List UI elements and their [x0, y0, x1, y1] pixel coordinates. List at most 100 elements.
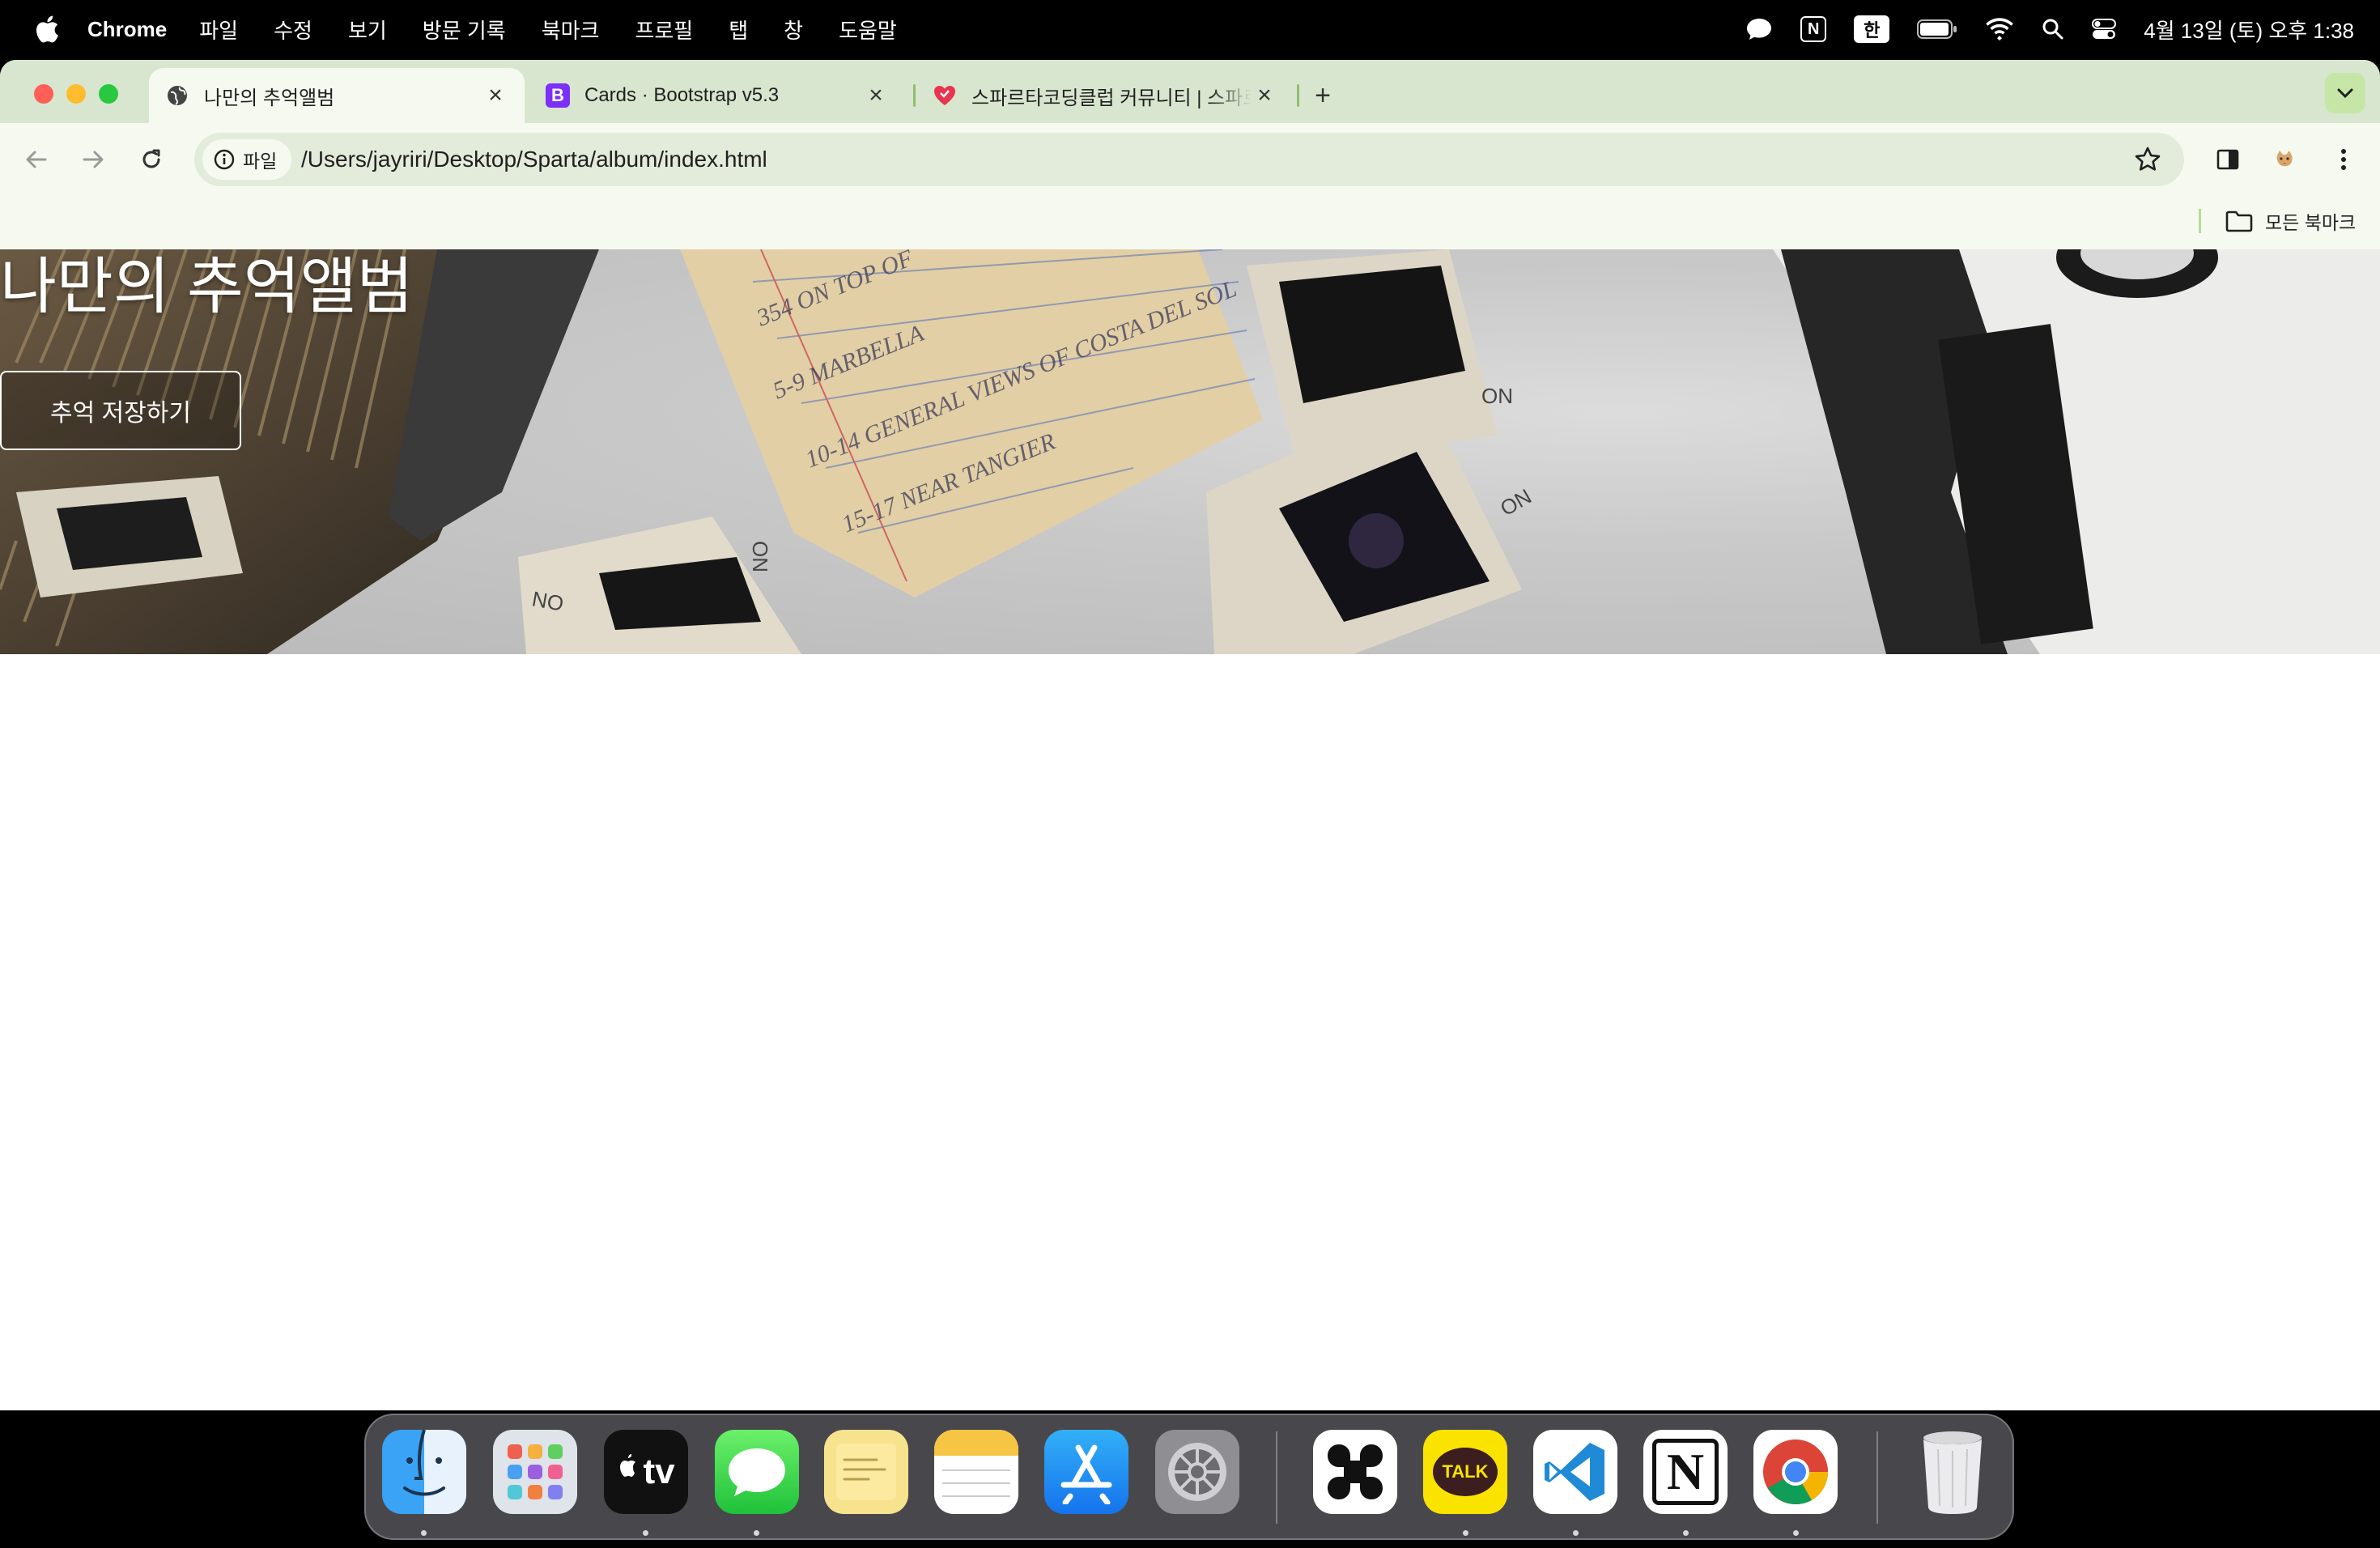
arrow-right-icon — [83, 151, 104, 168]
menu-tab[interactable]: 탭 — [729, 15, 748, 45]
menu-view[interactable]: 보기 — [348, 15, 387, 45]
back-button[interactable] — [18, 141, 55, 178]
dock-google-chrome[interactable] — [1753, 1430, 1838, 1514]
capcut-icon — [1328, 1444, 1383, 1499]
chat-bubble-icon[interactable] — [1745, 17, 1773, 41]
dock-messages[interactable] — [715, 1430, 799, 1514]
side-panel-icon — [2216, 149, 2239, 170]
bookmarks-bar: 모든 북마크 — [0, 196, 2380, 249]
trash-icon — [1923, 1431, 1982, 1514]
running-indicator — [1793, 1530, 1799, 1536]
sparta-heart-icon — [933, 83, 957, 108]
reload-button[interactable] — [133, 141, 170, 178]
running-indicator — [421, 1530, 427, 1536]
menu-app-name[interactable]: Chrome — [87, 17, 167, 42]
dock-capcut[interactable] — [1313, 1430, 1397, 1514]
dock-separator — [1276, 1431, 1277, 1524]
forward-button[interactable] — [74, 141, 112, 178]
url-text[interactable]: /Users/jayriri/Desktop/Sparta/album/inde… — [301, 133, 767, 186]
notes-icon — [934, 1430, 1018, 1497]
tab-strip: 나만의 추억앨범 × B Cards · Bootstrap v5.3 × 스파… — [0, 60, 2380, 123]
dock-launchpad[interactable] — [493, 1430, 577, 1514]
menu-history[interactable]: 방문 기록 — [423, 15, 506, 45]
menu-bar-clock[interactable]: 4월 13일 (토) 오후 1:38 — [2144, 15, 2354, 45]
running-indicator — [1573, 1530, 1579, 1536]
battery-icon[interactable] — [1917, 19, 1957, 40]
chrome-icon — [1763, 1440, 1829, 1504]
dock-stickies[interactable] — [824, 1430, 908, 1514]
chrome-window: 나만의 추억앨범 × B Cards · Bootstrap v5.3 × 스파… — [0, 60, 2380, 1410]
wifi-icon[interactable] — [1985, 18, 2014, 40]
bookmark-star-icon[interactable] — [2132, 144, 2163, 175]
menu-file[interactable]: 파일 — [199, 15, 238, 45]
tab-title: 스파르타코딩클럽 커뮤니티 | 스파르 — [971, 87, 1252, 109]
tab-sparta-community[interactable]: 스파르타코딩클럽 커뮤니티 | 스파르 × — [921, 68, 1289, 123]
dock-app-store[interactable] — [1044, 1430, 1128, 1514]
profile-avatar[interactable] — [2266, 141, 2303, 178]
minimize-window-button[interactable] — [66, 84, 86, 104]
all-bookmarks-button[interactable]: 모든 북마크 — [2225, 202, 2356, 240]
page-viewport: 354 ON TOP OF 5-9 MARBELLA 10-14 GENERAL… — [0, 249, 2380, 1410]
tab-search-button[interactable] — [2325, 73, 2365, 113]
dock-notion[interactable]: N — [1643, 1430, 1728, 1514]
running-indicator — [1683, 1530, 1689, 1536]
input-source-icon[interactable]: 한 — [1854, 15, 1890, 43]
running-indicator — [754, 1530, 759, 1536]
menu-bookmarks[interactable]: 북마크 — [542, 15, 600, 45]
menu-profiles[interactable]: 프로필 — [635, 15, 693, 45]
apple-tv-label: tv — [643, 1452, 675, 1491]
side-panel-button[interactable] — [2209, 141, 2246, 178]
reload-icon — [142, 149, 160, 168]
control-center-icon[interactable] — [2092, 18, 2117, 40]
tab-title: Cards · Bootstrap v5.3 — [584, 84, 780, 106]
close-tab-icon[interactable]: × — [482, 82, 508, 108]
menu-edit[interactable]: 수정 — [274, 15, 312, 45]
app-store-icon — [1060, 1444, 1112, 1504]
menu-help[interactable]: 도움말 — [839, 15, 897, 45]
address-bar[interactable]: 파일 /Users/jayriri/Desktop/Sparta/album/i… — [194, 133, 2184, 186]
cat-avatar-icon — [2272, 147, 2297, 172]
close-window-button[interactable] — [34, 84, 53, 104]
svg-text:ON: ON — [1496, 484, 1536, 521]
site-info-chip[interactable]: 파일 — [202, 139, 292, 180]
chevron-down-icon — [2337, 88, 2353, 99]
new-tab-button[interactable]: + — [1307, 79, 1339, 112]
vscode-icon — [1545, 1443, 1604, 1501]
hero-banner: 354 ON TOP OF 5-9 MARBELLA 10-14 GENERAL… — [0, 249, 2380, 654]
menu-window[interactable]: 창 — [784, 15, 803, 45]
kakao-talk-label: TALK — [1442, 1461, 1489, 1482]
save-memory-button[interactable]: 추억 저장하기 — [0, 371, 241, 450]
running-indicator — [1463, 1530, 1468, 1536]
globe-icon — [165, 83, 189, 108]
bookmarks-separator — [2199, 209, 2201, 233]
zoom-window-button[interactable] — [99, 84, 118, 104]
browser-toolbar: 파일 /Users/jayriri/Desktop/Sparta/album/i… — [0, 123, 2380, 196]
close-tab-icon[interactable]: × — [1252, 82, 1277, 108]
arrow-left-icon — [26, 151, 47, 168]
app-menu: Chrome 파일 수정 보기 방문 기록 북마크 프로필 탭 창 도움말 — [87, 15, 933, 45]
notion-app-icon: N — [1652, 1439, 1719, 1505]
dock-finder[interactable] — [382, 1430, 466, 1514]
tab-separator — [1297, 84, 1299, 107]
macos-menu-bar: Chrome 파일 수정 보기 방문 기록 북마크 프로필 탭 창 도움말 N … — [0, 0, 2380, 58]
launchpad-icon — [508, 1444, 563, 1499]
menu-bar-status-area: N 한 4월 13일 (토) 오후 1:38 — [1718, 0, 2354, 58]
spotlight-search-icon[interactable] — [2042, 18, 2064, 40]
dock-vscode[interactable] — [1533, 1430, 1617, 1514]
kakao-bubble: TALK — [1433, 1448, 1498, 1496]
tab-bootstrap-cards[interactable]: B Cards · Bootstrap v5.3 × — [534, 68, 900, 123]
apple-logo-icon[interactable] — [31, 11, 63, 47]
dock-apple-tv[interactable]: tv — [604, 1430, 688, 1514]
tab-album[interactable]: 나만의 추억앨범 × — [149, 68, 525, 123]
messages-icon — [729, 1448, 785, 1496]
close-tab-icon[interactable]: × — [863, 82, 889, 108]
dock-trash[interactable] — [1910, 1430, 1995, 1514]
dock-kakaotalk[interactable]: TALK — [1423, 1430, 1507, 1514]
chrome-menu-button[interactable] — [2325, 141, 2362, 178]
bootstrap-icon: B — [546, 83, 570, 108]
notion-icon[interactable]: N — [1800, 16, 1827, 42]
dock-notes[interactable] — [934, 1430, 1018, 1514]
dock-separator — [1876, 1431, 1878, 1524]
folder-icon — [2225, 211, 2253, 232]
dock-system-settings[interactable] — [1155, 1430, 1239, 1514]
